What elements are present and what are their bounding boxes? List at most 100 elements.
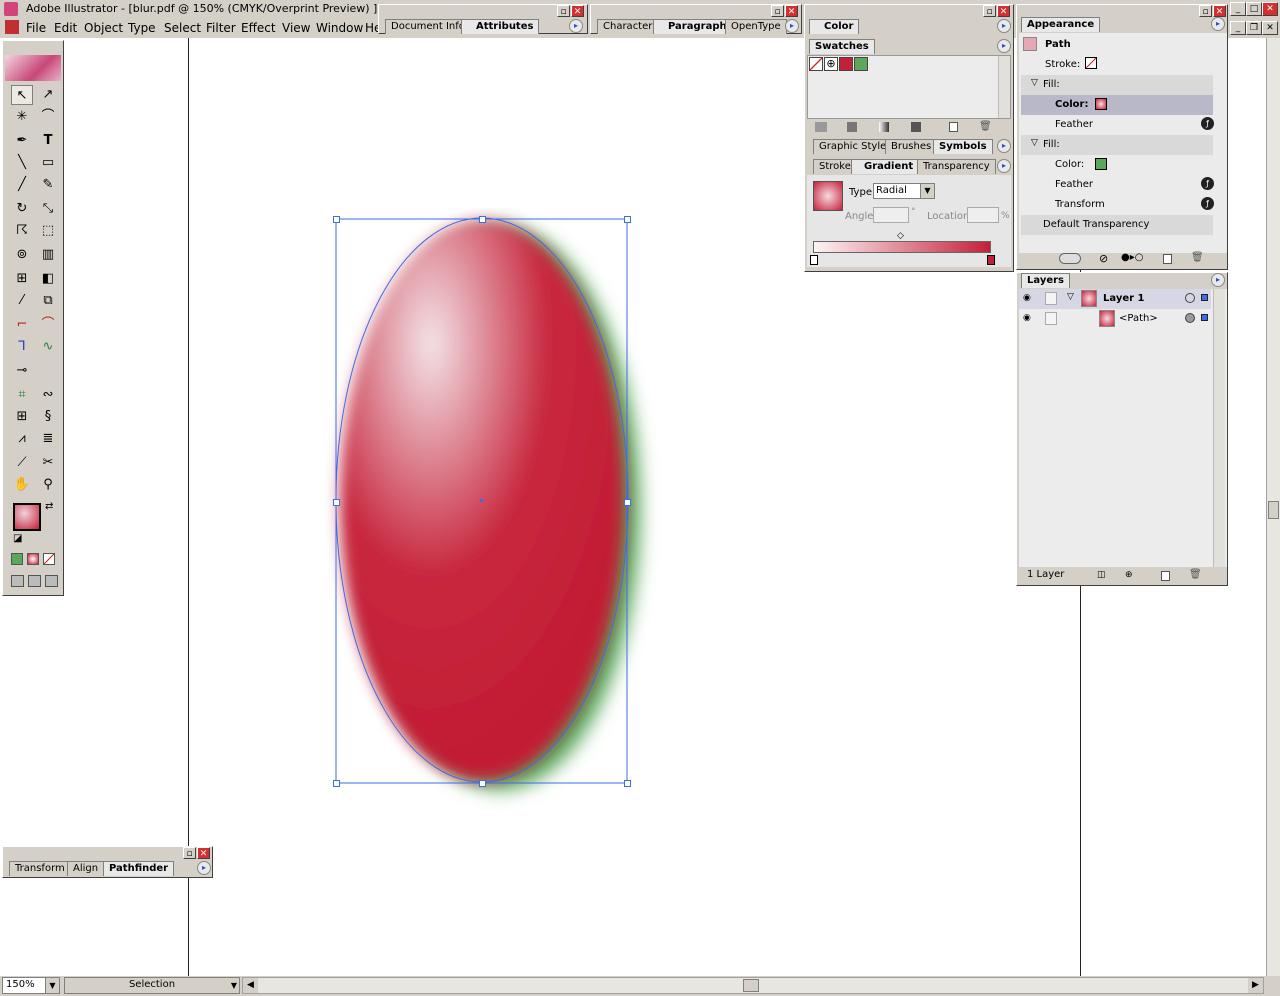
- paragraph-minimize-icon[interactable]: ▫: [771, 5, 784, 17]
- expand-icon-1[interactable]: ▽: [1031, 78, 1038, 88]
- blend-tool[interactable]: ⧉: [37, 291, 59, 311]
- maximize-icon[interactable]: □: [1246, 2, 1262, 16]
- menu-view[interactable]: View: [282, 21, 310, 35]
- path-visibility-eye-icon[interactable]: ◉: [1023, 313, 1031, 323]
- paragraph-panel-menu[interactable]: ▸: [785, 19, 799, 33]
- appearance-minimize-icon[interactable]: ▫: [1199, 5, 1212, 17]
- doc-restore-icon[interactable]: ❐: [1246, 21, 1262, 35]
- step-tool[interactable]: ⅂: [11, 337, 33, 357]
- graph-tool[interactable]: ▥: [37, 245, 59, 265]
- default-colors-icon[interactable]: ◪: [13, 533, 22, 544]
- appearance-feather-row-1[interactable]: Feather ƒ: [1021, 115, 1214, 135]
- direct-selection-tool[interactable]: ↗: [37, 85, 59, 105]
- selection-tool[interactable]: ↖: [11, 85, 33, 105]
- appearance-fill-row-2[interactable]: ▽ Fill:: [1021, 135, 1213, 155]
- handle-bl[interactable]: [333, 780, 340, 787]
- symbols-panel-menu[interactable]: ▸: [997, 139, 1011, 153]
- swatches-panel-menu[interactable]: ▸: [997, 39, 1011, 53]
- delete-layer-icon[interactable]: 🗑: [1189, 569, 1202, 580]
- envelope-tool[interactable]: ⌗: [11, 385, 33, 405]
- new-art-basic-icon[interactable]: [1059, 253, 1081, 264]
- type-tool[interactable]: T: [37, 131, 59, 151]
- appearance-transform-row[interactable]: Transform ƒ: [1021, 195, 1214, 215]
- twirl-tool[interactable]: §: [37, 407, 59, 427]
- path-name[interactable]: <Path>: [1119, 313, 1158, 324]
- reduce-appearance-icon[interactable]: ●▸○: [1121, 252, 1143, 263]
- target-icon[interactable]: [1185, 293, 1195, 303]
- midpoint-diamond[interactable]: ◇: [897, 231, 904, 241]
- path-target-icon[interactable]: [1185, 313, 1195, 323]
- grid-tool[interactable]: ⊞: [11, 407, 33, 427]
- scroll-thumb[interactable]: [1268, 501, 1279, 519]
- pathfinder-panel-menu[interactable]: ▸: [197, 861, 211, 875]
- menu-type[interactable]: Type: [128, 21, 156, 35]
- new-layer-icon[interactable]: [1161, 571, 1170, 581]
- wavy-line-tool[interactable]: ∾: [37, 385, 59, 405]
- tab-transparency[interactable]: Transparency: [917, 159, 996, 174]
- show-gradient-icon[interactable]: [879, 122, 889, 132]
- connector-tool[interactable]: ⊸: [11, 361, 33, 381]
- tab-color[interactable]: Color: [809, 19, 860, 34]
- line-tool[interactable]: ╲: [11, 153, 33, 173]
- chevron-down-icon[interactable]: ▼: [920, 184, 934, 198]
- mode-chevron-down-icon[interactable]: ▼: [231, 978, 237, 993]
- handle-bc[interactable]: [479, 780, 486, 787]
- pencil-tool[interactable]: ✎: [37, 175, 59, 195]
- expand-icon-2[interactable]: ▽: [1031, 138, 1038, 148]
- lock-toggle[interactable]: [1045, 292, 1057, 305]
- screen-mode-standard-icon[interactable]: [11, 575, 24, 587]
- swatches-scrollbar[interactable]: [998, 56, 1010, 118]
- path-lock-toggle[interactable]: [1045, 312, 1057, 325]
- tab-appearance[interactable]: Appearance: [1021, 17, 1101, 32]
- hand-tool[interactable]: ✋: [11, 475, 33, 495]
- tab-opentype[interactable]: OpenType: [725, 19, 787, 34]
- pathfinder-close-icon[interactable]: ✕: [197, 847, 210, 859]
- h-scroll-thumb[interactable]: [743, 979, 759, 992]
- show-pattern-icon[interactable]: [911, 122, 921, 132]
- gradient-stop-end[interactable]: [987, 255, 995, 265]
- delete-swatch-icon[interactable]: 🗑: [979, 122, 992, 132]
- scroll-right-icon[interactable]: ▶: [1248, 978, 1263, 993]
- curve-tool[interactable]: ⌒: [37, 315, 59, 335]
- artwork[interactable]: [300, 208, 720, 848]
- appearance-close-icon[interactable]: ✕: [1213, 5, 1226, 17]
- screen-mode-full-icon[interactable]: [45, 575, 58, 587]
- handle-br[interactable]: [624, 780, 631, 787]
- tab-transform[interactable]: Transform: [9, 861, 71, 876]
- handle-mr[interactable]: [624, 499, 631, 506]
- gradient-ramp[interactable]: [813, 241, 991, 253]
- doc-minimize-icon[interactable]: _: [1230, 21, 1246, 35]
- menu-select[interactable]: Select: [164, 21, 201, 35]
- location-input[interactable]: [967, 207, 999, 223]
- wave-tool[interactable]: ∿: [37, 337, 59, 357]
- appearance-color-row-1[interactable]: Color:: [1021, 95, 1213, 115]
- menu-effect[interactable]: Effect: [241, 21, 276, 35]
- symbol-sprayer-tool[interactable]: ⊚: [11, 245, 33, 265]
- visibility-eye-icon[interactable]: ◉: [1023, 293, 1031, 303]
- tab-swatches[interactable]: Swatches: [809, 39, 875, 54]
- zigzag-tool[interactable]: ⩘: [11, 429, 33, 449]
- type-dropdown[interactable]: Radial ▼: [873, 183, 935, 199]
- handle-tr[interactable]: [624, 216, 631, 223]
- attributes-minimize-icon[interactable]: ▫: [557, 5, 570, 17]
- menu-window[interactable]: Window: [316, 21, 363, 35]
- show-color-icon[interactable]: [847, 122, 857, 132]
- appearance-feather-row-2[interactable]: Feather ƒ: [1021, 175, 1214, 195]
- clear-appearance-icon[interactable]: ⊘: [1099, 252, 1108, 265]
- stroke-none-icon[interactable]: [1085, 57, 1097, 69]
- gradient-mode-icon[interactable]: [27, 553, 39, 565]
- color-mode-icon[interactable]: [11, 553, 23, 565]
- scissors-tool[interactable]: ✂: [37, 453, 59, 473]
- fx-icon-1[interactable]: ƒ: [1201, 117, 1214, 130]
- layer-row[interactable]: ◉ ▽ Layer 1: [1019, 289, 1211, 309]
- zoom-chevron-down-icon[interactable]: ▼: [45, 978, 59, 993]
- color-panel-menu[interactable]: ▸: [997, 19, 1011, 33]
- scroll-left-icon[interactable]: ◀: [243, 978, 258, 993]
- color-gradient-swatch[interactable]: [1095, 98, 1107, 110]
- minimize-icon[interactable]: _: [1230, 2, 1246, 16]
- new-sublayer-icon[interactable]: ⊕: [1125, 570, 1133, 580]
- appearance-stroke-row[interactable]: Stroke:: [1021, 55, 1213, 75]
- gradient-panel-menu[interactable]: ▸: [997, 159, 1011, 173]
- menu-filter[interactable]: Filter: [206, 21, 236, 35]
- attributes-panel-menu[interactable]: ▸: [569, 19, 583, 33]
